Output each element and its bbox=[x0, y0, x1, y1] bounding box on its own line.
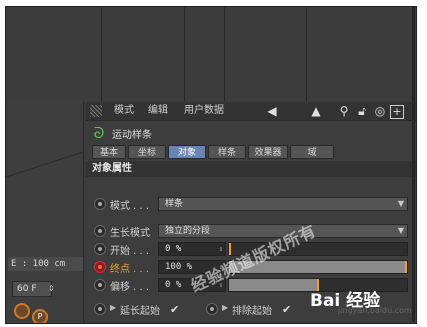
exclude-start-check-icon[interactable]: ✔ bbox=[282, 303, 291, 316]
grow-mode-dropdown-value: 独立的分段 bbox=[165, 226, 211, 236]
extend-start-check-icon[interactable]: ✔ bbox=[170, 303, 179, 316]
mode-dropdown-value: 样条 bbox=[165, 199, 184, 209]
end-value: 100 % bbox=[165, 262, 193, 272]
start-label: 开始 . . . bbox=[110, 246, 150, 257]
key-icon[interactable]: P bbox=[32, 309, 48, 323]
offset-animate-radio[interactable] bbox=[94, 279, 106, 291]
grow-mode-label: 生长模式 bbox=[110, 228, 150, 239]
offset-label: 偏移 . . . bbox=[110, 282, 150, 293]
tab-spline[interactable]: 样条 bbox=[208, 145, 246, 159]
section-title: 对象属性 bbox=[86, 161, 416, 177]
start-field[interactable]: 0 % ⇕ bbox=[158, 242, 226, 256]
mode-label: 模式 . . . bbox=[110, 201, 150, 212]
tab-object[interactable]: 对象 bbox=[168, 145, 206, 159]
fps-spinner-icon[interactable]: ⇕ bbox=[48, 281, 58, 297]
expand-arrow-icon[interactable]: ▶ bbox=[110, 303, 116, 312]
search-icon[interactable]: ⚲ bbox=[336, 103, 352, 119]
tab-effectors[interactable]: 效果器 bbox=[248, 145, 288, 159]
menu-mode[interactable]: 模式 bbox=[114, 102, 134, 120]
motion-spline-icon: ᘐ bbox=[93, 124, 105, 142]
mode-dropdown[interactable]: 样条 ▼ bbox=[158, 197, 408, 211]
end-label: 终点 . . . bbox=[110, 264, 150, 275]
tab-coords[interactable]: 坐标 bbox=[128, 145, 166, 159]
offset-slider-fill bbox=[229, 279, 318, 291]
exclude-start-label: 排除起始 bbox=[232, 306, 272, 317]
exclude-start-radio[interactable] bbox=[206, 303, 218, 315]
offset-value: 0 % bbox=[165, 280, 182, 290]
back-arrow-icon[interactable]: ◀ bbox=[264, 103, 280, 119]
watermark-url: jingyan.baidu.com bbox=[338, 306, 412, 315]
attributes-menubar: 模式 编辑 用户数据 ◀ ▲ ⚲ 🔓︎ ◎ + bbox=[86, 102, 416, 121]
cursor-arrow-icon[interactable]: ▲ bbox=[308, 103, 324, 119]
extend-start-radio[interactable] bbox=[94, 303, 106, 315]
menu-edit[interactable]: 编辑 bbox=[148, 102, 168, 120]
chevron-down-icon: ▼ bbox=[397, 226, 404, 235]
viewport-area[interactable] bbox=[6, 7, 416, 102]
mode-row: 模式 . . . 样条 ▼ bbox=[86, 196, 416, 212]
tab-field[interactable]: 域 bbox=[290, 145, 334, 159]
grow-mode-animate-radio[interactable] bbox=[94, 225, 106, 237]
expand-arrow-icon[interactable]: ▶ bbox=[222, 303, 228, 312]
record-icon[interactable] bbox=[14, 303, 30, 319]
timeline-controls: P bbox=[14, 303, 80, 323]
spinner-icon[interactable]: ⇕ bbox=[219, 243, 223, 255]
grip-icon[interactable] bbox=[90, 105, 102, 117]
coordinate-readout: E : 100 cm bbox=[8, 257, 83, 271]
start-animate-radio[interactable] bbox=[94, 243, 106, 255]
fps-field[interactable]: 60 F bbox=[12, 281, 52, 297]
target-icon[interactable]: ◎ bbox=[372, 103, 388, 119]
grow-mode-row: 生长模式 独立的分段 ▼ bbox=[86, 223, 416, 239]
start-value: 0 % bbox=[165, 244, 182, 254]
mode-animate-radio[interactable] bbox=[94, 198, 106, 210]
panel-scrollbar[interactable] bbox=[412, 6, 415, 322]
object-title: 运动样条 bbox=[112, 130, 152, 141]
extend-start-label: 延长起始 bbox=[120, 306, 160, 317]
end-slider-knob[interactable] bbox=[405, 261, 407, 273]
tab-basic[interactable]: 基本 bbox=[92, 145, 126, 159]
chevron-down-icon: ▼ bbox=[397, 199, 404, 208]
lock-icon[interactable]: 🔓︎ bbox=[354, 103, 370, 119]
end-keyframe-radio[interactable] bbox=[94, 261, 106, 273]
new-panel-icon[interactable]: + bbox=[390, 105, 404, 119]
menu-user-data[interactable]: 用户数据 bbox=[184, 102, 224, 120]
